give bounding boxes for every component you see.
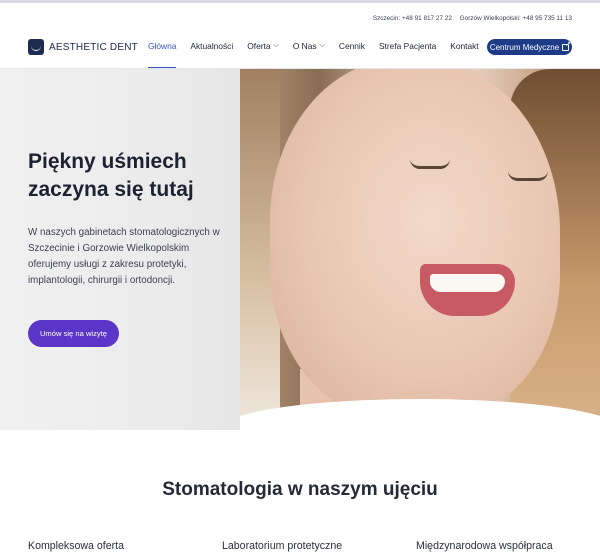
external-link-icon	[562, 40, 571, 51]
nav-label: Kontakt	[450, 41, 479, 51]
smile-shape	[420, 264, 515, 316]
smile-logo-icon	[28, 39, 44, 55]
chevron-down-icon: ⌵	[319, 42, 325, 49]
nav-label: Oferta	[247, 41, 271, 51]
nav-label: Główna	[148, 41, 177, 51]
book-visit-button[interactable]: Umów się na wizytę	[28, 320, 119, 347]
main-nav: Główna Aktualności Oferta ⌵ O Nas ⌵ Cennik…	[148, 41, 493, 69]
logo-text: AESTHETIC DENT	[49, 41, 138, 53]
nav-item-cennik[interactable]: Cennik	[339, 41, 365, 51]
hero-title: Piękny uśmiech zaczyna się tutaj	[28, 150, 194, 201]
contact-bar: Szczecin: +48 91 817 27 22 Gorzów Wielko…	[367, 15, 572, 22]
nav-item-aktualnosci[interactable]: Aktualności	[190, 41, 233, 51]
section-title: Stomatologia w naszym ujęciu	[162, 479, 438, 500]
nav-item-glowna[interactable]: Główna	[148, 41, 177, 69]
nav-label: O Nas	[292, 41, 317, 51]
teeth-shape	[430, 274, 505, 292]
nav-item-oferta[interactable]: Oferta ⌵	[247, 41, 279, 51]
hero-image	[240, 69, 600, 430]
centrum-medyczne-label: Centrum Medyczne	[489, 42, 560, 52]
nav-item-kontakt[interactable]: Kontakt	[450, 41, 478, 51]
top-rule	[0, 0, 600, 3]
eye-shape	[508, 171, 548, 181]
feature-wspolpraca: Międzynarodowa współpraca	[416, 540, 553, 552]
eye-shape	[410, 159, 450, 169]
hero-description: W naszych gabinetach stomatologicznych w…	[28, 227, 220, 286]
logo[interactable]: AESTHETIC DENT	[28, 39, 138, 55]
feature-kompleksowa-oferta: Kompleksowa oferta	[28, 540, 124, 552]
nav-label: Cennik	[338, 41, 365, 51]
nav-label: Strefa Pacjenta	[378, 41, 437, 51]
phone-gorzow[interactable]: Gorzów Wielkopolski: +48 95 735 11 13	[460, 15, 572, 22]
nav-item-o-nas[interactable]: O Nas ⌵	[293, 41, 325, 51]
nav-label: Aktualności	[190, 41, 234, 51]
nav-item-strefa-pacjenta[interactable]: Strefa Pacjenta	[379, 41, 436, 51]
feature-laboratorium: Laboratorium protetyczne	[222, 540, 343, 552]
smiling-face-shape	[270, 69, 560, 419]
centrum-medyczne-button[interactable]: Centrum Medyczne	[487, 39, 572, 55]
phone-szczecin[interactable]: Szczecin: +48 91 817 27 22	[373, 15, 452, 22]
chevron-down-icon: ⌵	[273, 42, 279, 49]
